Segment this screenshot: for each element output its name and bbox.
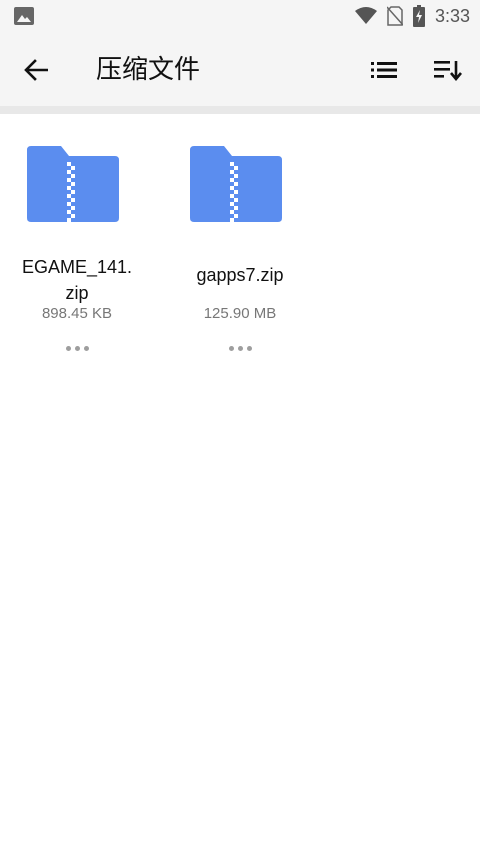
file-name-line1: EGAME_141.	[21, 257, 133, 277]
sort-icon	[434, 61, 462, 81]
file-name: EGAME_141. zip	[7, 254, 147, 306]
more-options-button[interactable]	[220, 338, 260, 358]
more-options-button[interactable]	[57, 338, 97, 358]
toolbar-divider	[0, 106, 480, 114]
file-name-line2: zip	[65, 283, 89, 303]
more-dot-icon	[65, 345, 71, 351]
file-size: 125.90 MB	[203, 305, 277, 322]
more-dot-icon	[83, 345, 89, 351]
status-time: 3:33	[434, 5, 470, 26]
list-view-button[interactable]	[366, 52, 402, 88]
back-arrow-icon	[24, 59, 48, 81]
more-dot-icon	[228, 345, 234, 351]
toolbar: 压缩文件	[0, 32, 480, 108]
status-bar: 3:33	[0, 0, 480, 32]
list-view-icon	[371, 62, 397, 78]
back-button[interactable]	[16, 52, 56, 88]
no-sim-icon	[386, 6, 403, 26]
page-title: 压缩文件	[96, 55, 201, 85]
file-name-line1: gapps7.zip	[196, 265, 284, 285]
image-icon	[14, 7, 34, 25]
more-dot-icon	[246, 345, 252, 351]
sort-button[interactable]	[430, 52, 466, 88]
battery-charging-icon	[412, 5, 425, 27]
zip-folder-icon	[190, 146, 282, 222]
wifi-icon	[354, 7, 377, 24]
file-name: gapps7.zip	[170, 262, 310, 288]
more-dot-icon	[74, 345, 80, 351]
file-size: 898.45 KB	[41, 305, 113, 322]
more-dot-icon	[237, 345, 243, 351]
zip-folder-icon	[27, 146, 119, 222]
